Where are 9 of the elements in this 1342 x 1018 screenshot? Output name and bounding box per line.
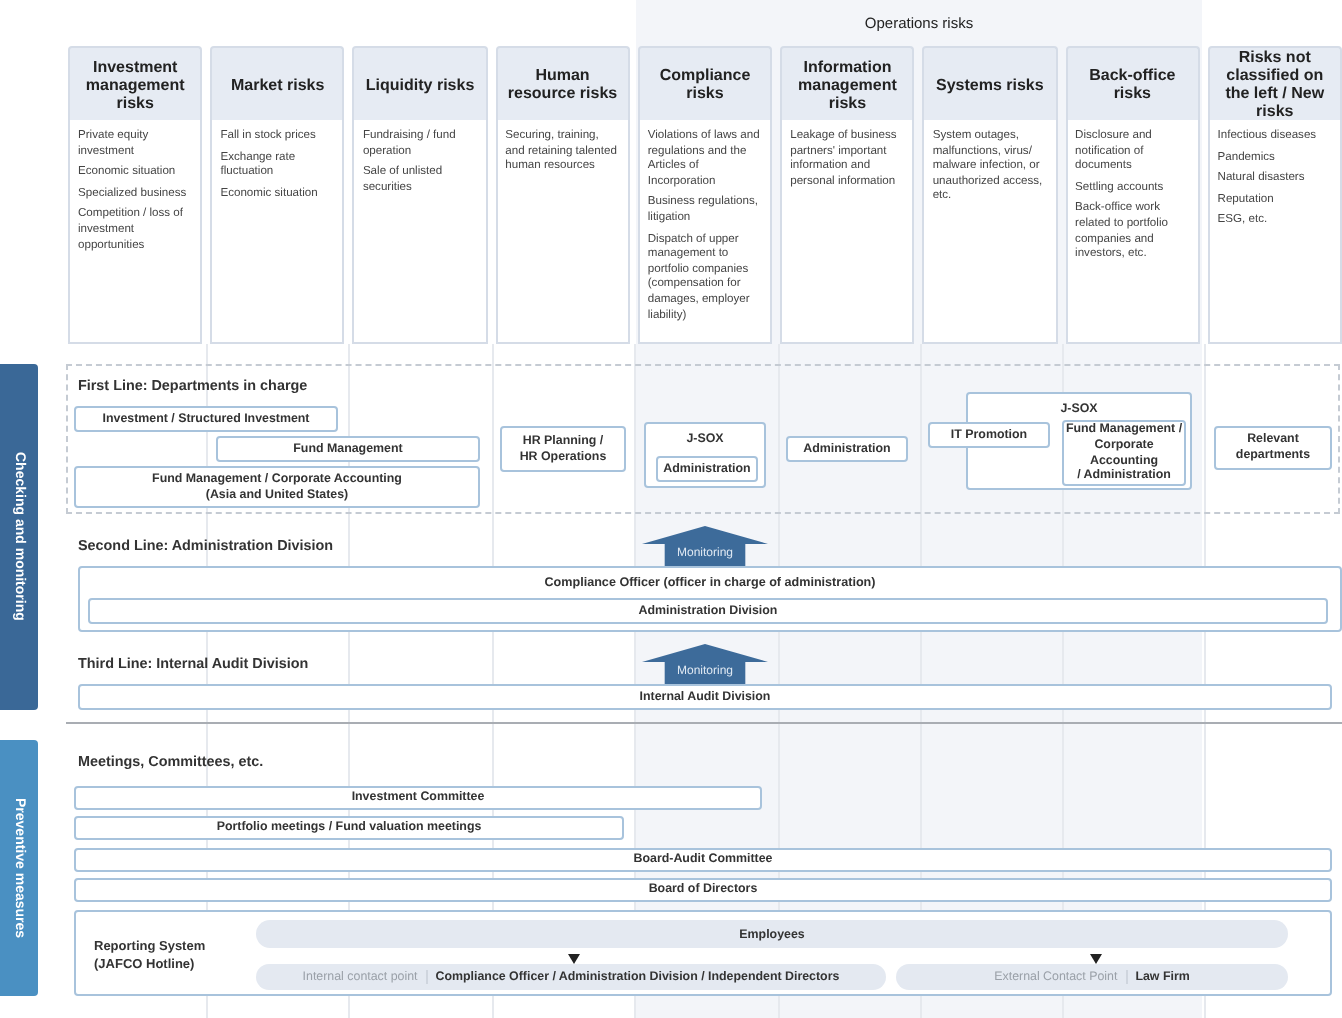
risk-category-header: Risks not classified on the left / New risks	[1207, 46, 1342, 120]
risk-category-header: Market risks	[210, 46, 345, 120]
risk-category-header: Human resource risks	[495, 46, 630, 120]
risk-category-header: Liquidity risks	[352, 46, 488, 120]
risk-category-header: Investment management risks	[68, 46, 203, 120]
risk-category-header: Back-office risks	[1065, 46, 1200, 120]
risk-category-header: Compliance risks	[637, 46, 773, 120]
risk-category-header: Information management risks	[780, 46, 915, 120]
risk-category-header: Systems risks	[922, 46, 1058, 120]
